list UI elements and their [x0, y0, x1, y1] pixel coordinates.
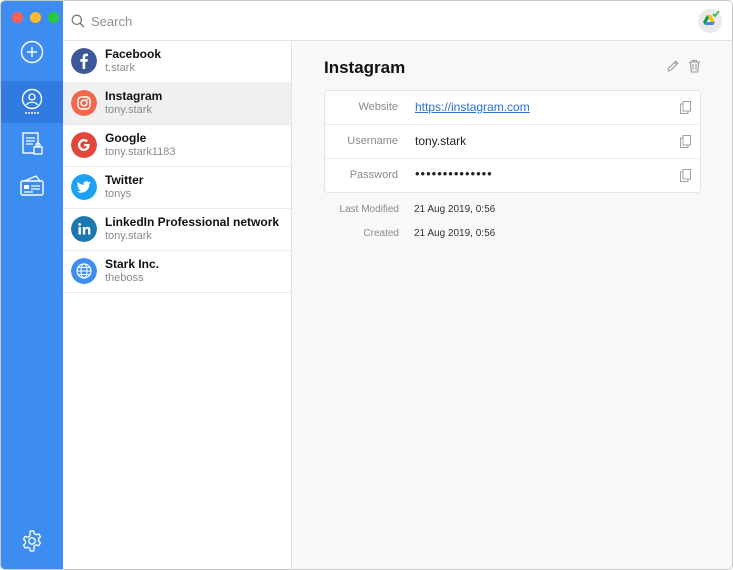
password-label: Password	[349, 169, 398, 181]
pencil-icon[interactable]	[666, 59, 680, 73]
settings-button[interactable]	[1, 520, 63, 562]
accounts-icon	[21, 88, 43, 114]
list-item-title: Facebook	[105, 47, 162, 61]
list-item-title: Twitter	[105, 173, 144, 187]
gear-icon	[22, 530, 42, 552]
list-item-subtitle: tony.stark	[105, 230, 152, 242]
cards-icon	[20, 175, 44, 196]
copy-icon[interactable]	[680, 101, 691, 114]
website-label: Website	[358, 101, 398, 113]
account-list: Facebook t.stark Instagram tony.stark Go…	[63, 41, 292, 569]
window-controls	[12, 12, 59, 23]
search-input[interactable]	[91, 10, 651, 32]
list-item-subtitle: theboss	[105, 272, 144, 284]
password-row: Password ••••••••••••••	[325, 159, 700, 193]
created-label: Created	[363, 228, 399, 239]
username-label: Username	[347, 135, 398, 147]
list-item[interactable]: LinkedIn Professional network tony.stark	[63, 209, 291, 251]
trash-icon[interactable]	[688, 59, 701, 73]
copy-icon[interactable]	[680, 169, 691, 182]
last-modified-label: Last Modified	[339, 204, 399, 215]
add-circle-icon	[20, 40, 44, 64]
list-item-title: Instagram	[105, 89, 163, 103]
list-item-subtitle: t.stark	[105, 62, 135, 74]
maximize-window-button[interactable]	[48, 12, 59, 23]
username-value: tony.stark	[415, 134, 467, 148]
list-item[interactable]: Stark Inc. theboss	[63, 251, 291, 293]
list-item[interactable]: Twitter tonys	[63, 167, 291, 209]
list-item-subtitle: tony.stark1183	[105, 146, 176, 158]
close-window-button[interactable]	[12, 12, 23, 23]
copy-icon[interactable]	[680, 135, 691, 148]
add-item-button[interactable]	[1, 31, 63, 73]
instagram-icon	[71, 90, 97, 116]
last-modified-row: Last Modified 21 Aug 2019, 0:56	[324, 204, 701, 218]
created-row: Created 21 Aug 2019, 0:56	[324, 228, 701, 242]
credential-fields: Website https://instagram.com Username t…	[324, 90, 701, 193]
google-drive-sync-check-icon	[703, 10, 720, 25]
search-icon	[71, 14, 85, 28]
password-value: ••••••••••••••	[415, 166, 493, 181]
secure-notes-icon	[22, 132, 43, 155]
list-item[interactable]: Google tony.stark1183	[63, 125, 291, 167]
sidebar-rail	[1, 1, 63, 569]
detail-panel: Instagram Website https://instagram.com	[293, 41, 732, 569]
list-item-title: Google	[105, 131, 147, 145]
linkedin-icon	[71, 216, 97, 242]
rail-tab-cards[interactable]	[1, 165, 63, 207]
last-modified-value: 21 Aug 2019, 0:56	[414, 204, 496, 215]
globe-icon	[71, 258, 97, 284]
search-bar	[63, 1, 732, 41]
facebook-icon	[71, 48, 97, 74]
app-window: Facebook t.stark Instagram tony.stark	[0, 0, 733, 570]
username-row: Username tony.stark	[325, 125, 700, 159]
list-item[interactable]: Instagram tony.stark	[63, 83, 291, 125]
website-link[interactable]: https://instagram.com	[415, 100, 530, 114]
list-item[interactable]: Facebook t.stark	[63, 41, 291, 83]
website-row: Website https://instagram.com	[325, 91, 700, 125]
list-item-title: Stark Inc.	[105, 257, 160, 271]
page-title: Instagram	[324, 58, 406, 77]
rail-tab-accounts[interactable]	[1, 81, 63, 123]
twitter-icon	[71, 174, 97, 200]
list-item-subtitle: tonys	[105, 188, 132, 200]
sync-status-button[interactable]	[698, 9, 722, 33]
list-item-title: LinkedIn Professional network	[105, 215, 280, 229]
rail-tab-secure-notes[interactable]	[1, 123, 63, 165]
minimize-window-button[interactable]	[30, 12, 41, 23]
list-item-subtitle: tony.stark	[105, 104, 152, 116]
google-icon	[71, 132, 97, 158]
created-value: 21 Aug 2019, 0:56	[414, 228, 496, 239]
